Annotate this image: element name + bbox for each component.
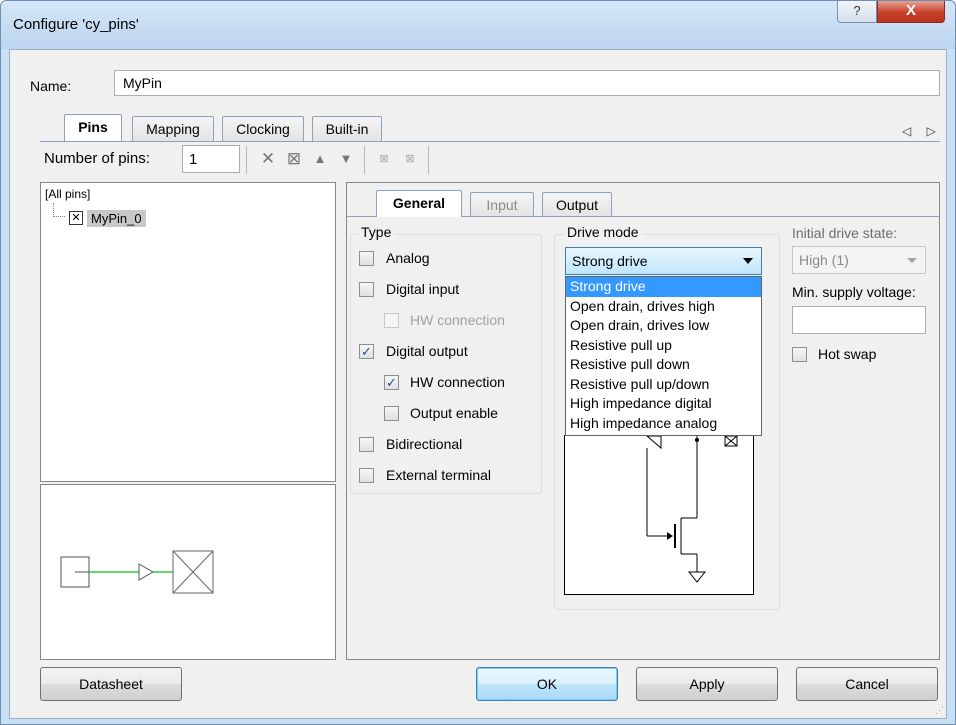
add-pin-icon[interactable]: ⊠	[282, 146, 306, 172]
subtab-input[interactable]: Input	[470, 192, 534, 217]
drive-mode-title: Drive mode	[564, 224, 642, 240]
title-bar[interactable]: Configure 'cy_pins' ? X	[1, 1, 955, 49]
analog-label: Analog	[386, 250, 430, 266]
hw-connection-output-checkbox[interactable]: ✓	[384, 375, 399, 390]
drive-mode-dropdown[interactable]: Strong drive Open drain, drives high Ope…	[565, 276, 762, 436]
toolbar-separator	[428, 146, 429, 174]
tab-pins[interactable]: Pins	[64, 114, 122, 141]
split-icon[interactable]: ⊠	[372, 146, 396, 172]
dialog-window: Configure 'cy_pins' ? X Name: Pins Mappi…	[0, 0, 956, 725]
min-supply-voltage-input[interactable]	[792, 306, 926, 334]
external-terminal-label: External terminal	[386, 467, 492, 483]
number-of-pins-label: Number of pins:	[44, 150, 150, 167]
drive-mode-value: Strong drive	[572, 253, 648, 269]
tab-mapping[interactable]: Mapping	[132, 116, 214, 141]
pin-symbol-diagram	[60, 550, 214, 594]
tab-strip-line	[40, 141, 940, 142]
drive-option-strong[interactable]: Strong drive	[566, 277, 761, 297]
external-terminal-checkbox[interactable]	[359, 468, 374, 483]
subtab-general[interactable]: General	[376, 190, 462, 217]
chevron-down-icon	[907, 258, 917, 263]
name-label: Name:	[30, 78, 72, 94]
help-button[interactable]: ?	[837, 1, 877, 23]
drive-mode-select[interactable]: Strong drive	[565, 247, 762, 275]
drive-option-pull-up-down[interactable]: Resistive pull up/down	[566, 375, 761, 395]
tab-built-in[interactable]: Built-in	[312, 116, 382, 141]
dialog-client: Name: Pins Mapping Clocking Built-in ◁ ▷…	[9, 49, 947, 719]
tree-connector	[53, 203, 65, 217]
digital-output-checkbox[interactable]: ✓	[359, 344, 374, 359]
drive-option-pull-down[interactable]: Resistive pull down	[566, 355, 761, 375]
tab-clocking[interactable]: Clocking	[222, 116, 304, 141]
hot-swap-checkbox[interactable]	[792, 347, 807, 362]
drive-option-open-drain-high[interactable]: Open drain, drives high	[566, 297, 761, 317]
tab-scroll-arrows[interactable]: ◁ ▷	[902, 124, 942, 138]
pin-cross-icon: ✕	[69, 211, 83, 225]
close-button[interactable]: X	[877, 1, 945, 23]
hw-connection-output-label: HW connection	[410, 374, 505, 390]
drive-circuit-diagram	[645, 435, 738, 583]
drive-option-pull-up[interactable]: Resistive pull up	[566, 336, 761, 356]
datasheet-button[interactable]: Datasheet	[40, 667, 182, 701]
hw-connection-input-checkbox[interactable]	[384, 313, 399, 328]
pin-preview	[40, 484, 336, 660]
number-of-pins-input[interactable]	[182, 145, 240, 173]
type-group	[350, 234, 542, 494]
min-supply-voltage-label: Min. supply voltage:	[792, 284, 916, 300]
drive-mode-circuit	[564, 435, 754, 595]
digital-input-label: Digital input	[386, 281, 460, 297]
analog-checkbox[interactable]	[359, 251, 374, 266]
pins-tree[interactable]: [All pins] ✕ MyPin_0	[40, 182, 336, 482]
ok-button[interactable]: OK	[476, 667, 618, 701]
drive-option-open-drain-low[interactable]: Open drain, drives low	[566, 316, 761, 336]
delete-icon[interactable]: ✕	[256, 146, 280, 172]
toolbar-separator	[246, 146, 247, 174]
tree-item-mypin[interactable]: MyPin_0	[87, 210, 146, 227]
chevron-down-icon	[743, 258, 753, 264]
hw-connection-input-label: HW connection	[410, 312, 505, 328]
initial-drive-state-label: Initial drive state:	[792, 225, 898, 241]
output-enable-label: Output enable	[410, 405, 498, 421]
digital-input-checkbox[interactable]	[359, 282, 374, 297]
digital-output-label: Digital output	[386, 343, 468, 359]
output-enable-checkbox[interactable]	[384, 406, 399, 421]
drive-option-hiz-analog[interactable]: High impedance analog	[566, 414, 761, 434]
resize-grip-icon[interactable]: ⋰	[935, 705, 944, 716]
apply-button[interactable]: Apply	[636, 667, 778, 701]
tree-root[interactable]: [All pins]	[45, 187, 90, 201]
merge-icon[interactable]: ⊠	[398, 146, 422, 172]
drive-option-hiz-digital[interactable]: High impedance digital	[566, 394, 761, 414]
toolbar-separator	[364, 146, 365, 174]
cancel-button[interactable]: Cancel	[796, 667, 938, 701]
window-title: Configure 'cy_pins'	[13, 16, 139, 33]
type-group-title: Type	[358, 224, 395, 240]
move-up-icon[interactable]: ▲	[308, 146, 332, 172]
initial-drive-state-value: High (1)	[799, 252, 849, 268]
name-input[interactable]	[114, 70, 940, 96]
subtab-output[interactable]: Output	[542, 192, 612, 217]
hot-swap-label: Hot swap	[818, 346, 877, 362]
bidirectional-checkbox[interactable]	[359, 437, 374, 452]
move-down-icon[interactable]: ▼	[334, 146, 358, 172]
bidirectional-label: Bidirectional	[386, 436, 463, 452]
initial-drive-state-select[interactable]: High (1)	[792, 246, 926, 274]
